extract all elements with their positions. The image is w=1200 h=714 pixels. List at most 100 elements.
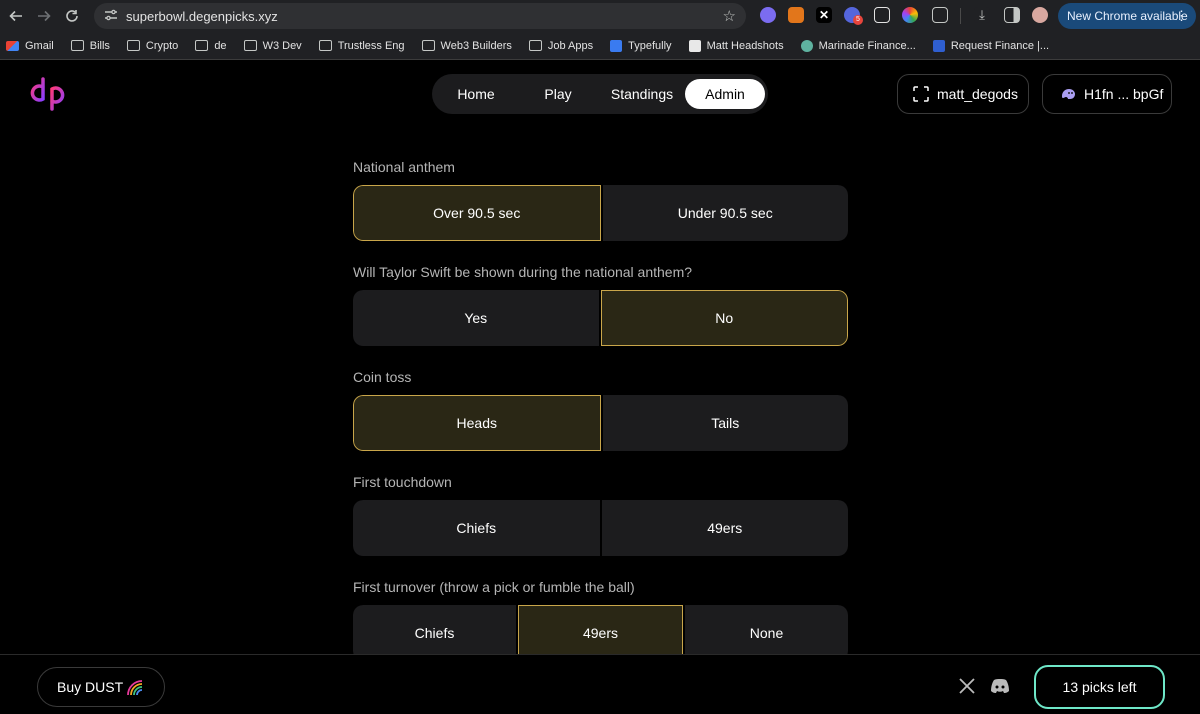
- bookmark-marinade[interactable]: Marinade Finance...: [800, 39, 916, 52]
- bookmark-de[interactable]: de: [195, 39, 227, 52]
- bookmark-label: Marinade Finance...: [818, 39, 916, 52]
- extension-metamask-icon[interactable]: [788, 7, 804, 23]
- folder-icon: [126, 40, 140, 51]
- folder-icon: [70, 40, 84, 51]
- bookmark-label: de: [214, 39, 227, 52]
- folder-icon: [318, 40, 332, 51]
- main-nav: Home Play Standings Admin: [432, 74, 768, 114]
- nav-home[interactable]: Home: [440, 79, 512, 109]
- bookmark-w3-dev[interactable]: W3 Dev: [243, 39, 302, 52]
- site-settings-icon[interactable]: [98, 9, 124, 24]
- discord-icon[interactable]: [990, 677, 1010, 695]
- bookmark-label: Matt Headshots: [706, 39, 784, 52]
- bookmark-star-icon[interactable]: ☆: [723, 7, 736, 25]
- buy-dust-label: Buy DUST: [57, 679, 124, 695]
- download-icon[interactable]: ⤓: [974, 7, 990, 23]
- page-icon: [688, 39, 701, 52]
- degenpicks-logo[interactable]: [28, 77, 72, 111]
- bookmark-label: W3 Dev: [262, 39, 302, 52]
- new-chrome-button[interactable]: New Chrome available ⋮: [1058, 3, 1196, 29]
- question-label: National anthem: [353, 159, 455, 175]
- bookmark-label: Bills: [89, 39, 110, 52]
- extension-square-icon[interactable]: [874, 7, 890, 23]
- question-label: First touchdown: [353, 474, 452, 490]
- username-label: matt_degods: [937, 86, 1018, 102]
- folder-icon: [528, 40, 542, 51]
- gmail-icon: [6, 40, 19, 51]
- folder-icon: [421, 40, 435, 51]
- new-chrome-label: New Chrome available: [1067, 9, 1188, 23]
- question-first-touchdown: First touchdown Chiefs 49ers: [353, 474, 848, 556]
- bookmark-label: Request Finance |...: [950, 39, 1050, 52]
- question-coin-toss: Coin toss Heads Tails: [353, 369, 848, 451]
- nav-admin[interactable]: Admin: [685, 79, 765, 109]
- option-group: Chiefs 49ers None: [353, 605, 848, 661]
- bookmark-web3-builders[interactable]: Web3 Builders: [421, 39, 512, 52]
- bookmark-label: Web3 Builders: [440, 39, 512, 52]
- option-none[interactable]: None: [685, 605, 848, 661]
- extension-badge-icon[interactable]: 5: [844, 7, 863, 25]
- extension-phantom-icon[interactable]: [760, 7, 776, 23]
- option-chiefs[interactable]: Chiefs: [353, 500, 600, 556]
- bookmarks-bar: Gmail Bills Crypto de W3 Dev Trustless E…: [0, 32, 1200, 60]
- option-group: Heads Tails: [353, 395, 848, 451]
- bookmark-matt-headshots[interactable]: Matt Headshots: [688, 39, 784, 52]
- question-label: Will Taylor Swift be shown during the na…: [353, 264, 693, 280]
- bookmark-trustless-eng[interactable]: Trustless Eng: [318, 39, 405, 52]
- bookmark-bills[interactable]: Bills: [70, 39, 110, 52]
- bookmark-crypto[interactable]: Crypto: [126, 39, 179, 52]
- question-first-turnover: First turnover (throw a pick or fumble t…: [353, 579, 848, 661]
- option-49ers[interactable]: 49ers: [518, 605, 683, 661]
- user-button[interactable]: matt_degods: [897, 74, 1029, 114]
- address-bar[interactable]: superbowl.degenpicks.xyz ☆: [94, 3, 746, 29]
- x-twitter-icon[interactable]: [958, 677, 976, 695]
- buy-dust-button[interactable]: Buy DUST: [37, 667, 165, 707]
- option-yes[interactable]: Yes: [353, 290, 599, 346]
- question-label: First turnover (throw a pick or fumble t…: [353, 579, 635, 595]
- option-group: Yes No: [353, 290, 848, 346]
- browser-toolbar: superbowl.degenpicks.xyz ☆ ✕ 5 ⤓ New Chr…: [0, 0, 1200, 32]
- request-icon: [932, 39, 945, 52]
- bookmark-request-finance[interactable]: Request Finance |...: [932, 39, 1050, 52]
- questions-list: National anthem Over 90.5 sec Under 90.5…: [353, 159, 848, 684]
- typefully-icon: [610, 39, 623, 52]
- picks-left-button[interactable]: 13 picks left: [1034, 665, 1165, 709]
- question-taylor-swift: Will Taylor Swift be shown during the na…: [353, 264, 848, 346]
- bookmark-label: Trustless Eng: [337, 39, 405, 52]
- bookmark-gmail[interactable]: Gmail: [6, 40, 54, 52]
- nav-standings[interactable]: Standings: [604, 79, 680, 109]
- extension-color-icon[interactable]: [902, 7, 918, 23]
- forward-icon[interactable]: [30, 2, 58, 30]
- profile-avatar[interactable]: [1032, 7, 1048, 23]
- dust-token-icon: [127, 680, 143, 696]
- reload-icon[interactable]: [58, 2, 86, 30]
- folder-icon: [195, 40, 209, 51]
- bookmark-label: Crypto: [145, 39, 179, 52]
- marinade-icon: [800, 39, 813, 52]
- extension-badge-count: 5: [853, 15, 863, 25]
- extension-x-icon[interactable]: ✕: [816, 7, 832, 23]
- bookmark-job-apps[interactable]: Job Apps: [528, 39, 594, 52]
- option-49ers[interactable]: 49ers: [601, 500, 848, 556]
- app-page: Home Play Standings Admin matt_degods H1…: [0, 61, 1200, 714]
- bookmark-label: Job Apps: [547, 39, 594, 52]
- question-national-anthem: National anthem Over 90.5 sec Under 90.5…: [353, 159, 848, 241]
- option-over-90-5[interactable]: Over 90.5 sec: [353, 185, 601, 241]
- extensions-puzzle-icon[interactable]: [932, 7, 948, 23]
- option-group: Over 90.5 sec Under 90.5 sec: [353, 185, 848, 241]
- scan-frame-icon: [913, 86, 929, 102]
- option-chiefs[interactable]: Chiefs: [353, 605, 516, 661]
- side-panel-icon[interactable]: [1004, 7, 1020, 23]
- bookmark-typefully[interactable]: Typefully: [610, 39, 672, 52]
- option-heads[interactable]: Heads: [353, 395, 601, 451]
- url-text: superbowl.degenpicks.xyz: [126, 8, 278, 24]
- back-icon[interactable]: [2, 2, 30, 30]
- chrome-menu-icon[interactable]: ⋮: [1175, 8, 1188, 24]
- option-tails[interactable]: Tails: [602, 395, 848, 451]
- wallet-button[interactable]: H1fn ... bpGf: [1042, 74, 1172, 114]
- option-under-90-5[interactable]: Under 90.5 sec: [602, 185, 848, 241]
- option-no[interactable]: No: [600, 290, 848, 346]
- footer-bar: Buy DUST 13 picks left: [0, 654, 1200, 714]
- nav-play[interactable]: Play: [522, 79, 594, 109]
- wallet-address-label: H1fn ... bpGf: [1084, 86, 1164, 102]
